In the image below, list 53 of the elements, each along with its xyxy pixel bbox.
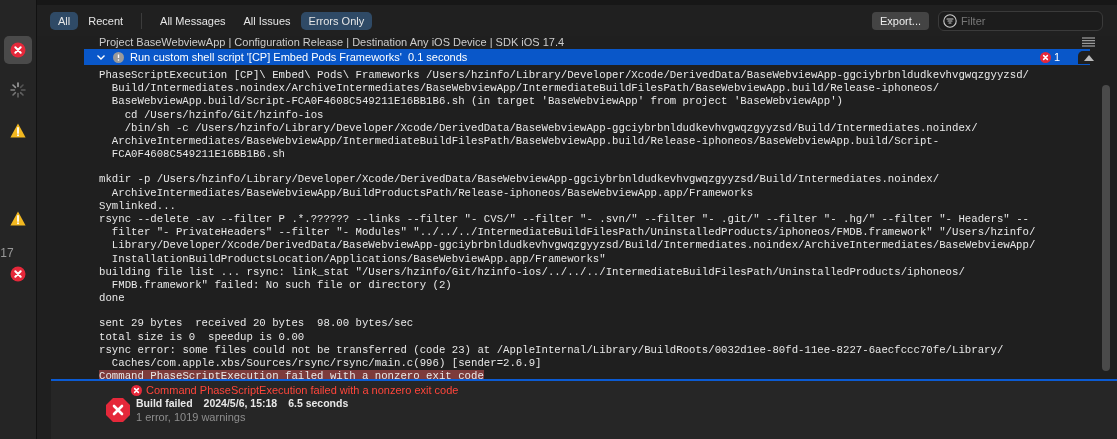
log-line: Library/Developer/Xcode/DerivedData/BaseWebviewApp-ggciybrbnldudkevhvgwqzgyyzsd/Build/Intermediates.noindex/ArchiveIntermediates/BaseWebviewApp/ bbox=[111, 239, 1036, 252]
scope-tab[interactable]: Recent bbox=[80, 11, 132, 30]
error-message: Command PhaseScriptExecution failed with a nonzero exit code bbox=[146, 384, 459, 396]
issue-count: 17 bbox=[0, 246, 14, 260]
log-line: done bbox=[99, 292, 125, 305]
log-line: rsync error: some files could not be transferred (code 23) at /AppleInternal/Library/BuildRoots/0032d1ee-80fd-11ee-8227-6aecfccc70fe/Library/ bbox=[99, 343, 1004, 356]
error-icon bbox=[1039, 51, 1051, 63]
chevron-icon[interactable] bbox=[96, 52, 106, 62]
error-icon bbox=[10, 266, 26, 282]
menu-icon[interactable] bbox=[1082, 37, 1095, 47]
spinner-icon bbox=[10, 82, 26, 98]
error-octagon-icon bbox=[106, 398, 130, 422]
scope-tab[interactable]: All bbox=[50, 11, 79, 30]
error-count: 1 bbox=[1053, 51, 1060, 63]
log-line: building file list ... rsync: link_stat "/Users/hzinfo/Git/hzinfo-ios/../../../IntermediateBuildFilesPath/UninstalledProducts/iphoneos/ bbox=[99, 265, 965, 278]
build-step-row[interactable]: Run custom shell script '[CP] Embed Pods Frameworks' 0.1 seconds 1 bbox=[84, 49, 1090, 65]
log-line: total size is 0 speedup is 0.00 bbox=[99, 330, 305, 343]
log-line: FMDB.framework" failed: No such file or directory (2) bbox=[111, 279, 452, 292]
log-line: /bin/sh -c /Users/hzinfo/Library/Developer/Xcode/DerivedData/BaseWebviewApp-ggciybrbnldudkevhvgwqzgyyzsd/Build/Intermediates.noindex/ bbox=[124, 121, 978, 134]
up-arrow-icon bbox=[1084, 54, 1094, 61]
log-line: Build/Intermediates.noindex/ArchiveIntermediates/BaseWebviewApp/IntermediateBuildFilesPath/BaseWebviewApp.build/Release-iphoneos/ bbox=[111, 82, 940, 95]
log-line: InstallationBuildProductsLocation/Applications/BaseWebviewApp.app/Frameworks" bbox=[111, 252, 606, 265]
log-line: Caches/com.apple.xbs/Sources/rsync/rsync/main.c(996) [sender=2.6.9] bbox=[111, 357, 542, 370]
log-line: Symlinked... bbox=[99, 199, 176, 212]
log-line: mkdir -p /Users/hzinfo/Library/Developer/Xcode/DerivedData/BaseWebviewApp-ggciybrbnldudkevhvgwqzgyyzsd/Build/Intermediates.noindex/ bbox=[99, 173, 940, 186]
result-summary: 1 error, 1019 warnings bbox=[136, 411, 247, 423]
log-line: ArchiveIntermediates/BaseWebviewApp/BuildProductsPath/Release-iphoneos/BaseWebviewApp.app/Frameworks bbox=[111, 186, 754, 199]
error-icon bbox=[10, 42, 26, 58]
log-line: FCA0F4608C549211E16BB1B6.sh bbox=[111, 148, 285, 161]
filter-tab[interactable]: Errors Only bbox=[300, 11, 373, 30]
result-date: 2024/5/6, 15:18 bbox=[203, 397, 278, 409]
filter-tab[interactable]: All Issues bbox=[235, 11, 299, 30]
filter-tab[interactable]: All Messages bbox=[152, 11, 234, 30]
log-line: filter "- PrivateHeaders" --filter "- Modules" "../../../IntermediateBuildFilesPath/UninstalledProducts/iphoneos/FMDB.framework" "/Users/hzinfo/ bbox=[111, 226, 1036, 239]
scrollbar[interactable] bbox=[1102, 85, 1110, 371]
result-duration: 6.5 seconds bbox=[288, 397, 349, 409]
filter-field[interactable]: Filter bbox=[938, 10, 1103, 31]
log-line: rsync --delete -av --filter P .*.?????? --links --filter "- CVS/" --filter "- .svn/" --filter "- .git/" --filter "- .hg/" --filter "- Headers" -- bbox=[99, 213, 1029, 226]
sidebar-item[interactable] bbox=[4, 36, 32, 64]
project-line: Project BaseWebviewApp | Configuration Release | Destination Any iOS Device | SDK iOS 17.4 bbox=[99, 36, 565, 48]
log-line: cd /Users/hzinfo/Git/hzinfo-ios bbox=[124, 108, 324, 121]
step-duration: 0.1 seconds bbox=[407, 51, 468, 63]
warning-icon bbox=[10, 122, 26, 138]
log-line: ArchiveIntermediates/BaseWebviewApp/IntermediateBuildFilesPath/BaseWebviewApp.build/Release-iphoneos/BaseWebviewApp.build/Script- bbox=[111, 135, 940, 147]
info-icon bbox=[113, 51, 124, 63]
result-title: Build failed bbox=[136, 397, 193, 409]
log-line: sent 29 bytes received 20 bytes 98.00 bytes/sec bbox=[99, 317, 414, 330]
export-button[interactable]: Export... bbox=[872, 11, 929, 30]
log-line: BaseWebviewApp.build/Script-FCA0F4608C549211E16BB1B6.sh (in target 'BaseWebviewApp' from project 'BaseWebviewApp') bbox=[111, 95, 843, 108]
warning-icon bbox=[10, 210, 26, 226]
log-line: PhaseScriptExecution [CP]\ Embed\ Pods\ Frameworks /Users/hzinfo/Library/Developer/Xcode/DerivedData/BaseWebviewApp-ggciybrbnldudkevhvgwqzgyyzsd/ bbox=[99, 69, 1029, 81]
step-title: Run custom shell script '[CP] Embed Pods Frameworks' bbox=[130, 51, 402, 63]
error-icon bbox=[131, 384, 142, 396]
